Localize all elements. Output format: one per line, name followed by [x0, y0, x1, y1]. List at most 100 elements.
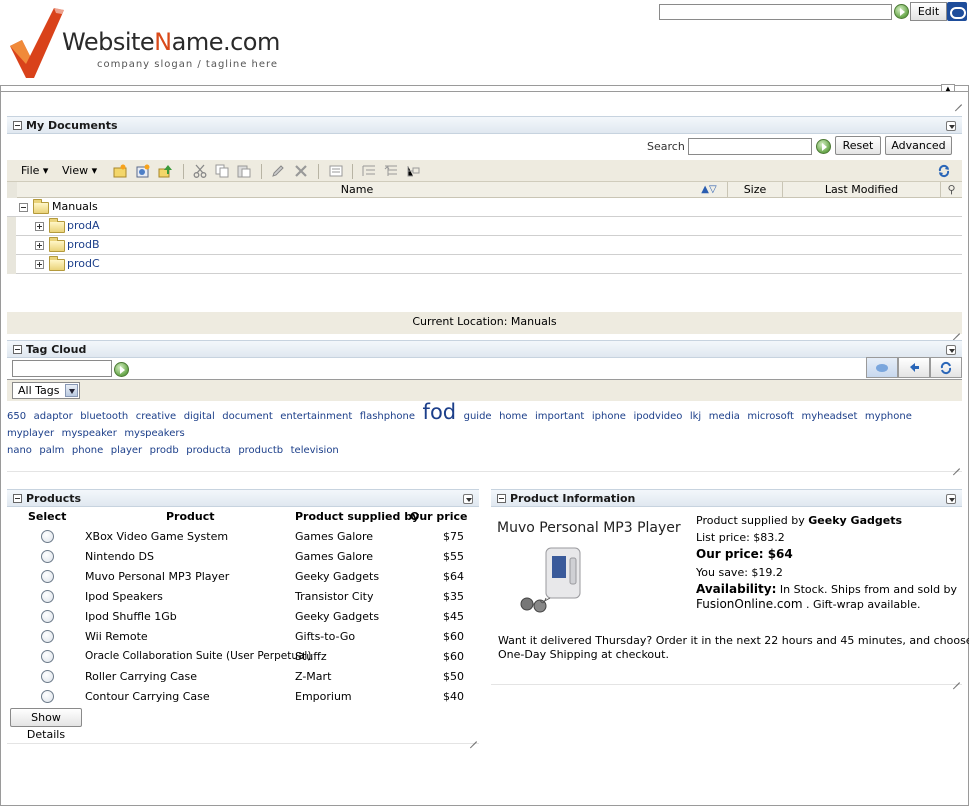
reset-button[interactable]: Reset	[835, 136, 881, 155]
tag-link[interactable]: entertainment	[280, 411, 352, 422]
tag-link[interactable]: microsoft	[747, 411, 794, 422]
product-radio[interactable]	[41, 690, 54, 703]
tag-link[interactable]: myplayer	[7, 428, 54, 439]
tree-structure-icon[interactable]	[406, 164, 420, 178]
tag-link[interactable]: media	[709, 411, 740, 422]
product-radio[interactable]	[41, 610, 54, 623]
tree-row-proda[interactable]: prodA	[7, 217, 962, 236]
last-modified-column-header[interactable]: Last Modified	[782, 182, 940, 198]
product-radio[interactable]	[41, 650, 54, 663]
expand-prodc-icon[interactable]	[35, 260, 44, 269]
tag-refresh-icon[interactable]	[930, 357, 962, 378]
collapse-products-icon[interactable]	[13, 494, 22, 503]
tree-row-prodb[interactable]: prodB	[7, 236, 962, 255]
tag-link[interactable]: bluetooth	[80, 411, 128, 422]
oracle-logo-icon[interactable]	[947, 2, 967, 21]
tag-link-large[interactable]: fod	[423, 400, 457, 424]
tag-link[interactable]: prodb	[150, 445, 179, 456]
tag-link[interactable]: flashphone	[360, 411, 415, 422]
copy-icon[interactable]	[215, 164, 229, 178]
expand-prodb-icon[interactable]	[35, 241, 44, 250]
tag-link[interactable]: television	[291, 445, 339, 456]
tag-link[interactable]: creative	[136, 411, 176, 422]
tag-link[interactable]: player	[111, 445, 142, 456]
product-radio[interactable]	[41, 570, 54, 583]
tag-link[interactable]: phone	[72, 445, 103, 456]
products-resize-grip-icon[interactable]	[468, 733, 478, 743]
tag-link[interactable]: important	[535, 411, 584, 422]
folder-label[interactable]: Manuals	[52, 200, 98, 213]
tag-link[interactable]: digital	[184, 411, 215, 422]
tag-link[interactable]: ipodvideo	[633, 411, 682, 422]
refresh-icon[interactable]	[937, 164, 951, 178]
file-menu[interactable]: File ▾	[21, 164, 48, 177]
collapse-manuals-icon[interactable]	[19, 203, 28, 212]
page-resize-grip-icon[interactable]	[953, 96, 963, 106]
tag-link[interactable]: producta	[186, 445, 231, 456]
sort-arrows-icon[interactable]: ▲▽	[691, 182, 727, 198]
collapse-all-icon[interactable]	[384, 164, 398, 178]
tag-link[interactable]: productb	[238, 445, 283, 456]
tag-link[interactable]: iphone	[592, 411, 626, 422]
product-radio[interactable]	[41, 590, 54, 603]
tag-input[interactable]	[12, 360, 112, 377]
tag-link[interactable]: nano	[7, 445, 32, 456]
edit-button[interactable]: Edit	[910, 2, 947, 21]
advanced-button[interactable]: Advanced	[885, 136, 952, 155]
documents-resize-grip-icon[interactable]	[951, 325, 961, 335]
tree-row-manuals[interactable]: Manuals	[7, 198, 962, 217]
header-search-go-icon[interactable]	[894, 4, 909, 19]
tag-filter-select[interactable]: All Tags	[12, 382, 80, 399]
collapse-documents-icon[interactable]	[13, 121, 22, 130]
tree-row-prodc[interactable]: prodC	[7, 255, 962, 274]
move-up-icon[interactable]	[158, 164, 172, 178]
view-menu[interactable]: View ▾	[62, 164, 97, 177]
folder-link-proda[interactable]: prodA	[67, 219, 100, 232]
expand-proda-icon[interactable]	[35, 222, 44, 231]
product-info-menu-icon[interactable]	[946, 494, 956, 504]
cut-icon[interactable]	[193, 164, 207, 178]
header-search-input[interactable]	[659, 4, 892, 20]
tag-link[interactable]: myspeakers	[124, 428, 184, 439]
new-folder-icon[interactable]	[113, 164, 127, 178]
upload-icon[interactable]	[136, 164, 150, 178]
tag-link[interactable]: myheadset	[801, 411, 857, 422]
tag-link[interactable]: home	[499, 411, 527, 422]
show-details-button[interactable]: Show Details	[10, 708, 82, 741]
cloud-view-icon[interactable]	[866, 357, 898, 378]
tag-link[interactable]: palm	[39, 445, 64, 456]
paste-icon[interactable]	[237, 164, 251, 178]
collapse-product-info-icon[interactable]	[497, 494, 506, 503]
documents-menu-icon[interactable]	[946, 121, 956, 131]
tag-go-icon[interactable]	[114, 362, 129, 377]
tag-link[interactable]: 650	[7, 411, 26, 422]
tag-link[interactable]: lkj	[690, 411, 701, 422]
documents-search-input[interactable]	[688, 138, 812, 155]
tag-link[interactable]: myspeaker	[62, 428, 117, 439]
tag-link[interactable]: guide	[464, 411, 492, 422]
tag-link[interactable]: myphone	[865, 411, 912, 422]
product-radio[interactable]	[41, 630, 54, 643]
product-radio[interactable]	[41, 670, 54, 683]
collapse-tagcloud-icon[interactable]	[13, 345, 22, 354]
tag-import-icon[interactable]	[898, 357, 930, 378]
expand-all-icon[interactable]	[362, 164, 376, 178]
tag-link[interactable]: document	[222, 411, 272, 422]
properties-icon[interactable]	[329, 164, 343, 178]
chevron-down-icon[interactable]	[65, 384, 78, 397]
folder-link-prodc[interactable]: prodC	[67, 257, 100, 270]
tagcloud-menu-icon[interactable]	[946, 345, 956, 355]
product-radio[interactable]	[41, 550, 54, 563]
documents-search-go-icon[interactable]	[816, 139, 831, 154]
tagcloud-resize-grip-icon[interactable]	[951, 460, 961, 470]
edit-pencil-icon[interactable]	[271, 164, 285, 178]
size-column-header[interactable]: Size	[727, 182, 782, 198]
products-menu-icon[interactable]	[463, 494, 473, 504]
folder-link-prodb[interactable]: prodB	[67, 238, 100, 251]
name-column-header[interactable]: Name	[17, 182, 697, 198]
attachment-icon[interactable]: ⚲	[940, 182, 962, 198]
delete-icon[interactable]	[294, 164, 308, 178]
tag-link[interactable]: adaptor	[34, 411, 73, 422]
product-info-resize-grip-icon[interactable]	[951, 674, 961, 684]
product-radio[interactable]	[41, 530, 54, 543]
